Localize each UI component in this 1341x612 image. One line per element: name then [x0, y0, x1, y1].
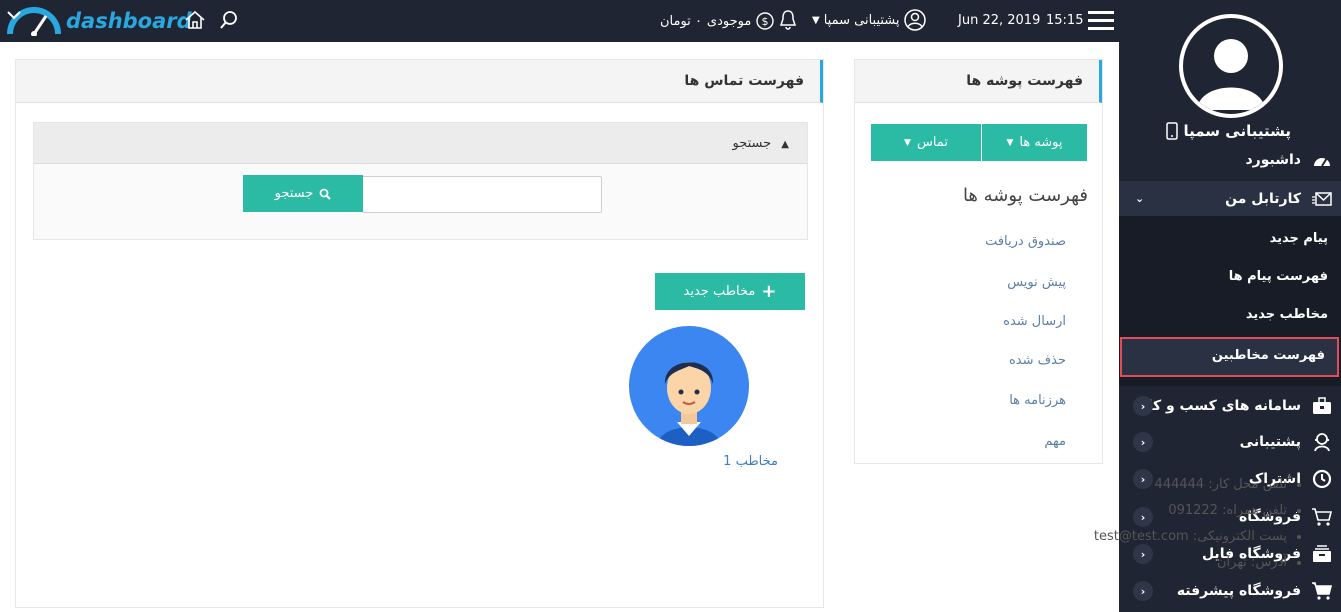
plus-icon: + [761, 281, 777, 302]
bell-icon[interactable] [779, 9, 797, 35]
search-icon [319, 188, 332, 200]
sidebar-user-name: پشتیبانی سمپا [1183, 122, 1292, 140]
sidebar-item-dashboard[interactable]: داشبورد [1119, 148, 1341, 172]
file-box-icon [1311, 543, 1333, 565]
search-header-label: جستجو [732, 136, 772, 151]
submenu-new-message[interactable]: پیام جدید [1270, 231, 1328, 246]
sidebar-item-business-systems[interactable]: سامانه های کسب و کار ‹ [1119, 393, 1341, 419]
time-display: 15:15 [1046, 13, 1084, 28]
new-contact-button[interactable]: مخاطب جدید + [655, 273, 805, 310]
balance-value: ۰ تومان [660, 13, 702, 29]
search-button[interactable]: جستجو [243, 175, 363, 212]
sidebar-item-label: فروشگاه پیشرفته [1176, 583, 1301, 599]
folder-deleted[interactable]: حذف شده [1009, 353, 1066, 368]
date-display: Jun 22, 2019 [958, 13, 1041, 28]
sidebar-user: پشتیبانی سمپا [1165, 122, 1292, 140]
search-section-header[interactable]: ▲ جستجو [34, 123, 807, 164]
folder-important[interactable]: مهم [1044, 434, 1066, 449]
contact-address: آدرس: تهران [1094, 555, 1287, 581]
contact-person-icon [657, 362, 721, 446]
contact-dropdown-button[interactable]: ▼ تماس [871, 124, 981, 161]
briefcase-icon [1311, 395, 1333, 417]
contact-email: پست الکترونیکی: test@test.com [1094, 529, 1287, 555]
caret-up-icon: ▲ [781, 139, 789, 150]
user-circle-icon [903, 9, 926, 31]
chevron-down-icon: ▼ [1006, 137, 1014, 148]
hamburger-menu-icon[interactable] [1088, 11, 1114, 31]
contact-mobile: تلفن همراه: 091222 [1094, 503, 1287, 529]
cart-icon [1311, 506, 1333, 528]
sidebar-item-label: کارتابل من [1225, 190, 1301, 207]
new-contact-label: مخاطب جدید [683, 284, 756, 299]
contacts-panel-title: فهرست تماس ها [16, 60, 823, 103]
contact-details: تلفن محل کار: 444444 تلفن همراه: 091222 … [1094, 477, 1305, 581]
search-section: ▲ جستجو جستجو [33, 122, 808, 240]
support-agent-icon [1311, 431, 1333, 453]
folder-drafts[interactable]: پیش نویس [1007, 275, 1066, 290]
search-input[interactable] [362, 176, 602, 213]
contacts-panel: فهرست تماس ها ▲ جستجو جستجو مخاطب جدید + [15, 59, 824, 608]
svg-text:$: $ [762, 15, 769, 28]
contact-button-label: تماس [916, 135, 948, 150]
folder-inbox[interactable]: صندوق دریافت [985, 234, 1066, 249]
folders-button-label: پوشه ها [1019, 135, 1063, 150]
folder-spam[interactable]: هرزنامه ها [1009, 393, 1066, 408]
chevron-left-icon: ‹ [1133, 581, 1153, 601]
chevron-left-icon: ‹ [1133, 432, 1153, 452]
cart-advanced-icon [1311, 580, 1333, 602]
logo[interactable]: dashboard [6, 6, 192, 36]
home-icon[interactable] [184, 10, 206, 34]
balance-label: موجودی [706, 13, 752, 29]
user-silhouette-icon [1197, 39, 1265, 110]
submenu-new-contact[interactable]: مخاطب جدید [1246, 307, 1328, 322]
sidebar-item-my-cartable[interactable]: کارتابل من ⌄ [1119, 181, 1341, 216]
logo-text: dashboard [66, 9, 192, 33]
folder-sent[interactable]: ارسال شده [1003, 314, 1066, 329]
search-icon[interactable] [219, 10, 239, 34]
folder-list-title: فهرست پوشه ها [962, 185, 1088, 206]
envelope-icon [1311, 188, 1333, 210]
chevron-down-icon: ▼ [812, 14, 820, 26]
sidebar-item-support[interactable]: پشتیبانی ‹ [1119, 429, 1341, 455]
submenu-contact-list-label: فهرست مخاطبین [1211, 348, 1325, 363]
sidebar-item-label: پشتیبانی [1239, 434, 1301, 450]
folders-panel-title: فهرست پوشه ها [855, 60, 1102, 103]
speedometer-icon [1311, 149, 1333, 171]
contact-avatar [629, 326, 749, 446]
mobile-icon [1165, 122, 1178, 140]
sidebar-item-advanced-shop[interactable]: فروشگاه پیشرفته ‹ [1119, 578, 1341, 604]
search-button-label: جستجو [274, 186, 314, 201]
folders-panel: فهرست پوشه ها ▼ پوشه ها ▼ تماس فهرست پوش… [854, 59, 1103, 464]
avatar [1179, 14, 1283, 118]
sidebar-item-label: داشبورد [1245, 152, 1302, 168]
user-name: پشتیبانی سمپا [823, 12, 900, 28]
chevron-left-icon: ‹ [1133, 396, 1153, 416]
contact-work-phone: تلفن محل کار: 444444 [1094, 477, 1287, 503]
chevron-down-icon: ▼ [904, 137, 911, 148]
submenu-message-list[interactable]: فهرست پیام ها [1229, 269, 1328, 284]
clock-icon [1311, 468, 1333, 490]
speedometer-logo-icon [7, 7, 61, 36]
submenu-contact-list[interactable]: فهرست مخاطبین [1120, 337, 1339, 377]
chevron-down-icon: ⌄ [1135, 192, 1145, 205]
sidebar-item-label: سامانه های کسب و کار [1139, 398, 1301, 414]
user-menu[interactable]: ▼ پشتیبانی سمپا [812, 9, 926, 31]
dollar-icon: $ [756, 12, 775, 30]
contact-name[interactable]: مخاطب 1 [723, 454, 778, 469]
wallet-balance[interactable]: $ موجودی ۰ تومان [660, 12, 775, 30]
top-bar: dashboard $ موجودی ۰ تومان ▼ پشتیبانی سم… [0, 0, 1119, 42]
folders-dropdown-button[interactable]: ▼ پوشه ها [982, 124, 1087, 161]
